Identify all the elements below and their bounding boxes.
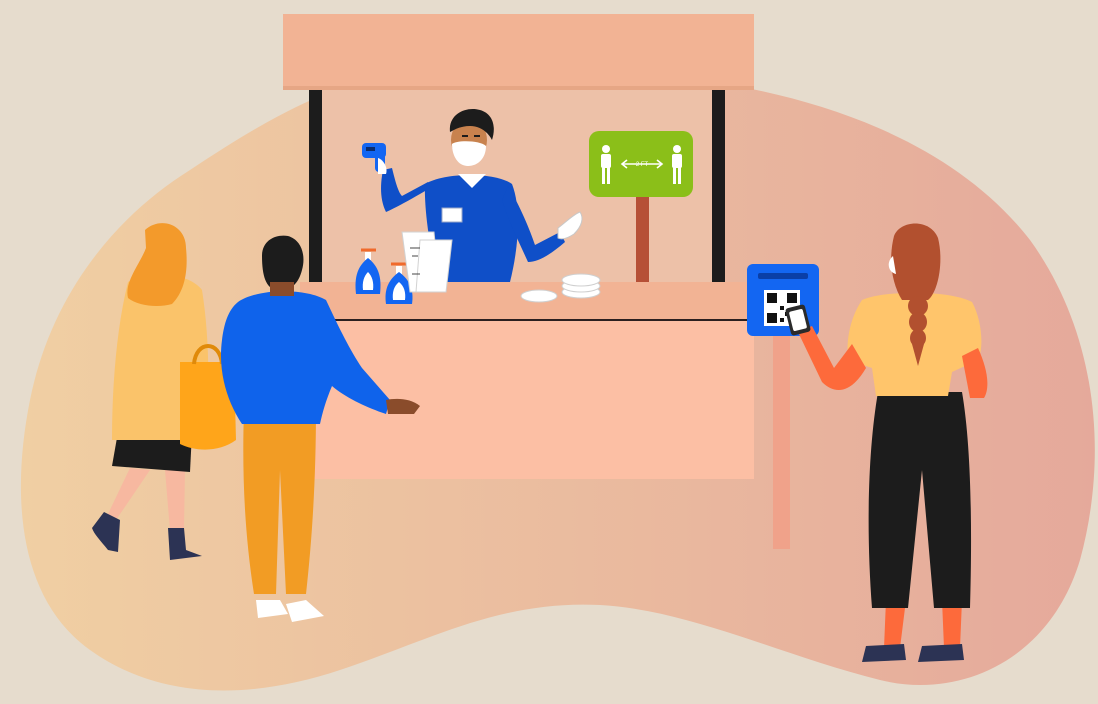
- name-badge: [441, 207, 463, 223]
- qr-stand-post: [773, 332, 790, 549]
- booth-left-post: [309, 88, 322, 284]
- booth-right-post: [712, 88, 725, 284]
- canopy-edge: [283, 86, 754, 90]
- paper-stack: [401, 231, 453, 293]
- sign-pole: [636, 192, 649, 284]
- illustration-stage: 2 FT: [0, 0, 1098, 704]
- booth-canopy: [283, 14, 754, 90]
- scene-illustration: 2 FT: [0, 0, 1098, 704]
- sign-distance-label: 2 FT: [636, 162, 649, 168]
